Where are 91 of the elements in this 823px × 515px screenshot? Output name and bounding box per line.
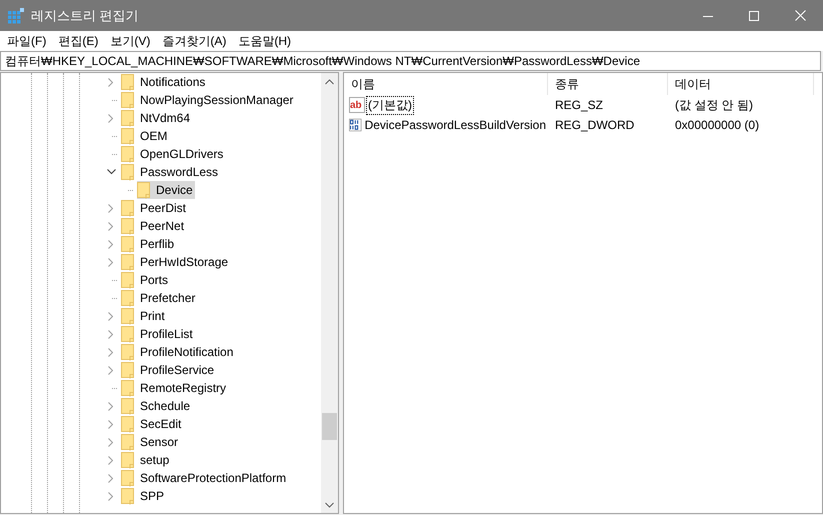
folder-icon bbox=[121, 488, 135, 504]
menu-item[interactable]: 도움말(H) bbox=[232, 31, 297, 51]
tree-item[interactable]: Ports bbox=[140, 273, 168, 287]
tree-item[interactable]: setup bbox=[140, 453, 170, 467]
tree-item[interactable]: SoftwareProtectionPlatform bbox=[140, 471, 286, 485]
tree-item[interactable]: PerHwIdStorage bbox=[140, 255, 228, 269]
chevron-right-icon[interactable] bbox=[108, 330, 114, 338]
folder-icon bbox=[121, 164, 135, 180]
chevron-right-icon[interactable] bbox=[108, 312, 114, 320]
tree-item[interactable]: SecEdit bbox=[140, 417, 182, 431]
tree-item[interactable]: PasswordLess bbox=[140, 165, 218, 179]
tree-item[interactable]: PeerDist bbox=[140, 201, 186, 215]
tree-item[interactable]: Notifications bbox=[140, 75, 206, 89]
folder-icon bbox=[137, 182, 151, 198]
string-value-icon: ab bbox=[349, 97, 365, 113]
tree-item[interactable]: OEM bbox=[140, 129, 168, 143]
value-type: REG_SZ bbox=[554, 98, 604, 112]
chevron-right-icon[interactable] bbox=[108, 78, 114, 86]
folder-icon bbox=[121, 416, 135, 432]
chevron-right-icon[interactable] bbox=[108, 240, 114, 248]
tree-item[interactable]: Print bbox=[140, 309, 165, 323]
tree-item[interactable]: ProfileNotification bbox=[140, 345, 234, 359]
binary-value-icon bbox=[349, 117, 362, 133]
menu-item[interactable]: 파일(F) bbox=[1, 31, 52, 51]
tree-item[interactable]: Sensor bbox=[140, 435, 178, 449]
maximize-icon bbox=[749, 10, 759, 20]
tree-item[interactable]: RemoteRegistry bbox=[140, 381, 226, 395]
folder-icon bbox=[121, 200, 135, 216]
folder-icon bbox=[121, 326, 135, 342]
menu-item[interactable]: 즐겨찾기(A) bbox=[156, 31, 232, 51]
folder-icon bbox=[121, 236, 135, 252]
folder-icon bbox=[121, 254, 135, 270]
tree-item[interactable]: ProfileList bbox=[140, 327, 193, 341]
folder-icon bbox=[121, 434, 135, 450]
folder-icon bbox=[121, 110, 135, 126]
folder-icon bbox=[121, 128, 135, 144]
chevron-down-icon[interactable] bbox=[106, 169, 116, 175]
vertical-scrollbar[interactable] bbox=[321, 73, 338, 513]
value-type: REG_DWORD bbox=[554, 118, 636, 132]
chevron-right-icon[interactable] bbox=[108, 222, 114, 230]
folder-icon bbox=[121, 452, 135, 468]
menu-item[interactable]: 편집(E) bbox=[52, 31, 104, 51]
scrollbar-thumb[interactable] bbox=[322, 412, 337, 440]
folder-icon bbox=[121, 398, 135, 414]
scroll-up-icon[interactable] bbox=[325, 78, 334, 84]
chevron-right-icon[interactable] bbox=[108, 456, 114, 464]
folder-icon bbox=[121, 218, 135, 234]
tree-item[interactable]: NtVdm64 bbox=[140, 111, 190, 125]
address-bar[interactable]: 컴퓨터₩HKEY_LOCAL_MACHINE₩SOFTWARE₩Microsoft₩Windows NT₩CurrentVersion₩PasswordLess₩Device bbox=[0, 51, 821, 71]
registry-editor-icon bbox=[8, 8, 24, 24]
folder-icon bbox=[121, 380, 135, 396]
chevron-right-icon[interactable] bbox=[108, 258, 114, 266]
value-row[interactable]: DevicePasswordLessBuildVersion REG_DWORD 0x00000000 (0) bbox=[344, 115, 822, 135]
chevron-right-icon[interactable] bbox=[108, 204, 114, 212]
window-title: 레지스트리 편집기 bbox=[31, 6, 139, 24]
folder-icon bbox=[121, 272, 135, 288]
value-data: (값 설정 안 됨) bbox=[674, 96, 753, 114]
folder-icon bbox=[121, 344, 135, 360]
folder-icon bbox=[121, 290, 135, 306]
column-header[interactable]: 데이터 bbox=[668, 73, 814, 95]
tree-item[interactable]: NowPlayingSessionManager bbox=[140, 93, 294, 107]
chevron-right-icon[interactable] bbox=[108, 348, 114, 356]
chevron-right-icon[interactable] bbox=[108, 366, 114, 374]
value-data: 0x00000000 (0) bbox=[674, 118, 760, 132]
chevron-right-icon[interactable] bbox=[108, 438, 114, 446]
tree-item[interactable]: SPP bbox=[140, 489, 164, 503]
chevron-right-icon[interactable] bbox=[108, 420, 114, 428]
tree-item[interactable]: PeerNet bbox=[140, 219, 184, 233]
folder-icon bbox=[121, 92, 135, 108]
tree-item[interactable]: Schedule bbox=[140, 399, 190, 413]
menu-item[interactable]: 보기(V) bbox=[104, 31, 156, 51]
folder-icon bbox=[121, 362, 135, 378]
value-row[interactable]: ab (기본값) REG_SZ (값 설정 안 됨) bbox=[344, 95, 822, 115]
value-name: (기본값) bbox=[366, 96, 414, 114]
tree-item[interactable]: Perflib bbox=[140, 237, 174, 251]
chevron-right-icon[interactable] bbox=[108, 492, 114, 500]
chevron-right-icon[interactable] bbox=[108, 402, 114, 410]
chevron-right-icon[interactable] bbox=[108, 474, 114, 482]
folder-icon bbox=[121, 470, 135, 486]
tree-item[interactable]: ProfileService bbox=[140, 363, 214, 377]
folder-icon bbox=[121, 74, 135, 90]
column-header[interactable]: 이름 bbox=[344, 73, 548, 95]
close-icon bbox=[794, 10, 806, 21]
value-name: DevicePasswordLessBuildVersion bbox=[364, 117, 547, 133]
column-header[interactable]: 종류 bbox=[548, 73, 668, 95]
tree-item[interactable]: Prefetcher bbox=[140, 291, 196, 305]
scroll-down-icon[interactable] bbox=[325, 502, 334, 508]
tree-item[interactable]: OpenGLDrivers bbox=[140, 147, 224, 161]
chevron-right-icon[interactable] bbox=[108, 114, 114, 122]
folder-icon bbox=[121, 146, 135, 162]
folder-icon bbox=[121, 308, 135, 324]
